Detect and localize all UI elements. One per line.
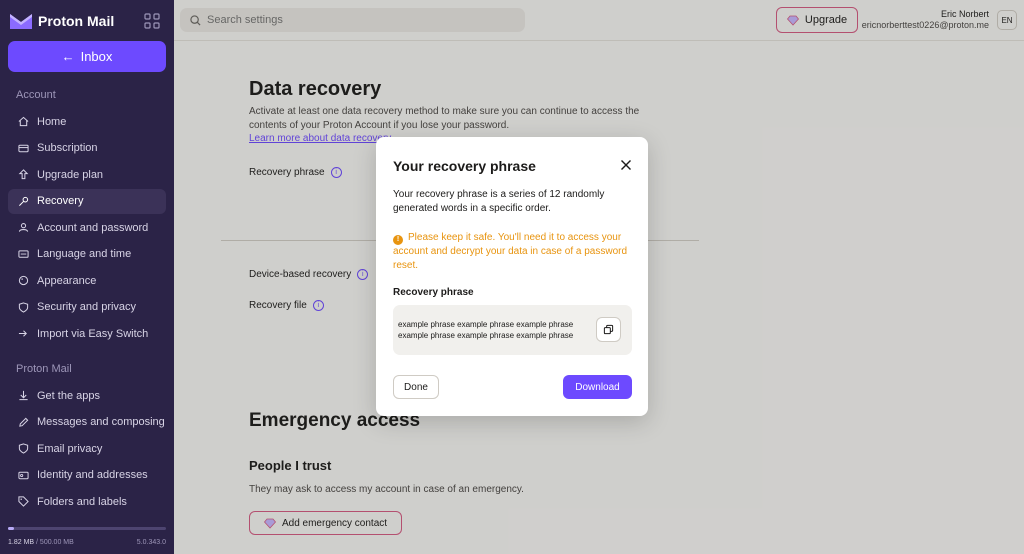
home-icon [18,116,29,127]
recovery-phrase-text[interactable]: example phrase example phrase example ph… [398,319,598,341]
phrase-label: Recovery phrase [393,287,474,298]
sidebar-item-get-the-apps[interactable]: Get the apps [8,383,166,408]
recovery-phrase-box: example phrase example phrase example ph… [393,305,632,355]
tag-icon [18,496,29,507]
storage-used: 1.82 MB [8,539,35,546]
sidebar-item-label: Home [37,115,67,128]
sidebar-item-upgrade-plan[interactable]: Upgrade plan [8,162,166,187]
upgrade-icon [18,169,29,180]
phrase-line: example phrase example phrase example ph… [398,320,574,329]
sidebar-item-label: Security and privacy [37,301,137,313]
sidebar-item-appearance[interactable]: Appearance [8,268,166,293]
sidebar-item-label: Import via Easy Switch [37,327,149,340]
arrow-left-icon: ← [61,49,75,64]
phrase-line: example phrase example phrase example ph… [398,331,574,340]
sidebar-item-label: Identity and addresses [37,469,148,481]
sidebar-item-identity-and-addresses[interactable]: Identity and addresses [8,463,166,488]
copy-icon [603,324,614,335]
import-icon [18,328,29,339]
inbox-button-label: Inbox [80,49,113,64]
sidebar-item-label: Messages and composing [37,416,165,428]
user-icon [18,222,29,233]
modal-title: Your recovery phrase [393,158,536,174]
id-card-icon [18,470,29,481]
sidebar-item-label: Folders and labels [37,495,127,508]
brand-name: Proton Mail [38,13,115,29]
shield-icon [18,301,29,313]
storage-progress-bar [8,527,166,530]
sidebar-item-label: Get the apps [37,389,100,402]
sidebar: Proton Mail ← Inbox Account Home Subscrip… [0,0,174,554]
sidebar-item-label: Recovery [37,195,84,207]
download-button[interactable]: Download [563,375,632,399]
sidebar-item-email-privacy[interactable]: Email privacy [8,436,166,461]
mail-section-heading: Proton Mail [16,363,72,375]
download-icon [18,390,29,401]
storage-total: / 500.00 MB [36,539,74,546]
sidebar-item-account-and-password[interactable]: Account and password [8,215,166,240]
sidebar-item-folders-and-labels[interactable]: Folders and labels [8,489,166,514]
proton-mail-logo-icon [10,14,32,29]
warning-icon: ! [393,235,403,245]
sidebar-item-messages-and-composing[interactable]: Messages and composing [8,410,166,435]
sidebar-item-label: Appearance [37,274,97,287]
app-version: 5.0.343.0 [136,539,166,546]
sidebar-item-label: Language and time [37,248,132,260]
paint-icon [18,275,29,286]
sidebar-item-language-and-time[interactable]: Language and time [8,242,166,267]
sidebar-item-label: Account and password [37,221,149,234]
storage-progress-fill [8,527,15,530]
shield-icon [18,443,29,454]
done-button[interactable]: Done [393,375,439,399]
warning-text: Please keep it safe. You'll need it to a… [393,232,628,271]
brand-logo[interactable]: Proton Mail [10,10,160,32]
sidebar-item-recovery[interactable]: Recovery [8,188,166,214]
sidebar-item-subscription[interactable]: Subscription [8,136,166,161]
sidebar-item-label: Subscription [37,142,98,154]
credit-card-icon [18,143,29,154]
recovery-phrase-modal: Your recovery phrase Your recovery phras… [376,137,648,416]
close-icon[interactable] [620,159,632,171]
sidebar-item-security-and-privacy[interactable]: Security and privacy [8,295,166,320]
sidebar-item-home[interactable]: Home [8,109,166,134]
pen-icon [18,417,29,428]
apps-grid-icon[interactable] [144,13,160,29]
storage-usage: 1.82 MB / 500.00 MB [8,539,74,546]
copy-button[interactable] [596,317,621,342]
sidebar-item-import-via-easy-switch[interactable]: Import via Easy Switch [8,321,166,346]
key-icon [18,196,29,207]
warning-message: ! Please keep it safe. You'll need it to … [393,231,638,273]
language-icon [18,249,29,260]
sidebar-item-label: Email privacy [37,442,103,455]
back-to-inbox-button[interactable]: ← Inbox [8,41,166,72]
modal-description: Your recovery phrase is a series of 12 r… [393,189,605,214]
account-section-heading: Account [16,89,56,101]
sidebar-item-label: Upgrade plan [37,168,104,181]
